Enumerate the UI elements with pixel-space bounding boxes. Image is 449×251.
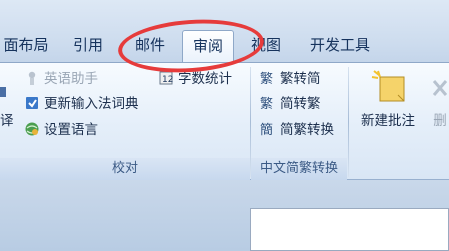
trad-to-simp-icon: 繁 xyxy=(260,70,276,87)
new-comment-label: 新建批注 xyxy=(361,113,415,129)
partial-left-label: 译 xyxy=(0,113,14,129)
delete-comment-label: 删 xyxy=(433,113,447,129)
proofing-group-label: 校对 xyxy=(0,158,250,180)
convert-chinese-label: 简繁转换 xyxy=(280,122,334,138)
assistant-icon xyxy=(24,70,40,86)
new-comment-icon xyxy=(355,69,421,109)
dictionary-icon xyxy=(24,95,40,111)
svg-text:12: 12 xyxy=(162,75,173,85)
traditional-to-simplified-button[interactable]: 繁 繁转简 xyxy=(260,69,321,89)
convert-chinese-icon: 簡 xyxy=(260,121,276,138)
svg-text:簡: 簡 xyxy=(260,123,273,137)
document-area xyxy=(0,180,449,251)
document-page[interactable] xyxy=(250,208,449,251)
svg-text:繁: 繁 xyxy=(260,71,273,86)
english-assistant-button[interactable]: 英语助手 xyxy=(24,69,98,89)
partial-left-icon xyxy=(0,85,10,105)
convert-chinese-button[interactable]: 簡 简繁转换 xyxy=(260,120,334,140)
tab-references[interactable]: 引用 xyxy=(62,30,114,62)
new-comment-button[interactable]: 新建批注 xyxy=(355,69,421,129)
delete-comment-icon xyxy=(425,69,449,109)
tab-page-layout[interactable]: 面布局 xyxy=(0,30,52,62)
set-language-button[interactable]: 设置语言 xyxy=(24,120,98,140)
update-ime-dictionary-label: 更新输入法词典 xyxy=(44,96,139,112)
tab-developer[interactable]: 开发工具 xyxy=(300,30,380,62)
chinese-conversion-group-label: 中文简繁转换 xyxy=(251,158,347,180)
chinese-conversion-group: 繁 繁转简 繁 简转繁 簡 简繁转换 中文简繁转换 xyxy=(251,63,347,180)
proofing-group: 译 英语助手 更新输入法词典 设置语言 12 字数统计 校对 xyxy=(0,63,250,180)
english-assistant-label: 英语助手 xyxy=(44,71,98,87)
globe-icon xyxy=(24,121,40,137)
svg-text:繁: 繁 xyxy=(260,96,273,111)
simp-to-trad-icon: 繁 xyxy=(260,95,276,112)
update-ime-dictionary-button[interactable]: 更新输入法词典 xyxy=(24,94,139,114)
ribbon-panel: 译 英语助手 更新输入法词典 设置语言 12 字数统计 校对 繁 繁转简 繁 简… xyxy=(0,62,449,180)
word-count-label: 字数统计 xyxy=(178,71,232,87)
comments-group: 新建批注 删 xyxy=(349,63,449,180)
simplified-to-traditional-label: 简转繁 xyxy=(280,96,321,112)
simplified-to-traditional-button[interactable]: 繁 简转繁 xyxy=(260,94,321,114)
traditional-to-simplified-label: 繁转简 xyxy=(280,71,321,87)
delete-comment-button[interactable]: 删 xyxy=(425,69,449,129)
set-language-label: 设置语言 xyxy=(44,122,98,138)
